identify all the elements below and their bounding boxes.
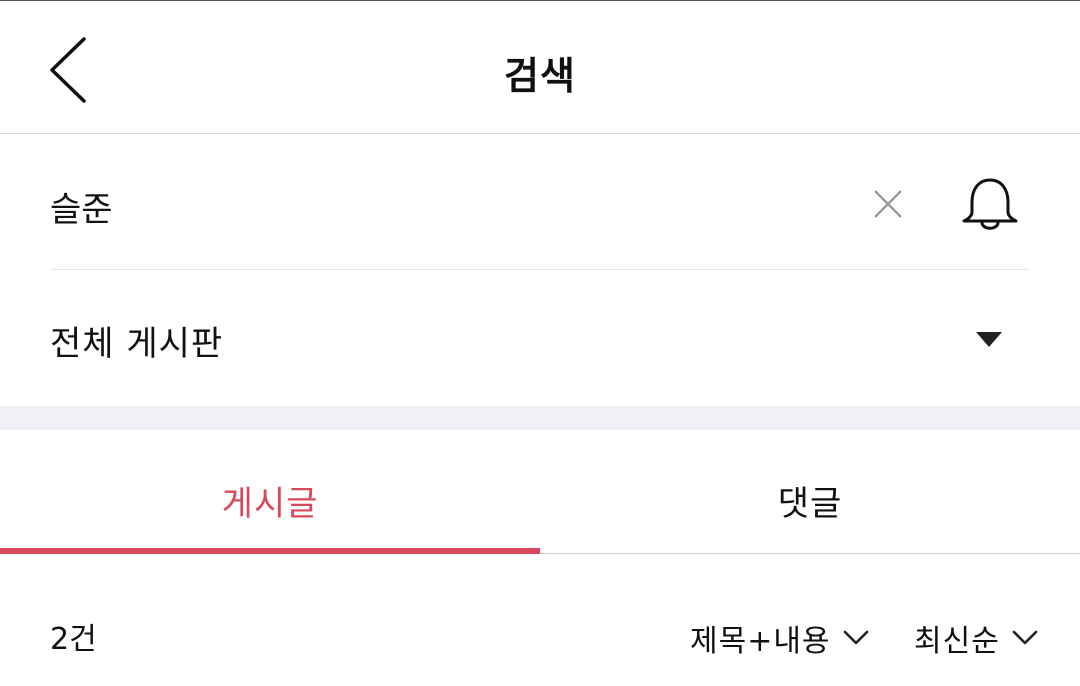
tab-posts[interactable]: 게시글 <box>0 430 540 553</box>
tab-comments-label: 댓글 <box>777 484 843 524</box>
result-count: 2건 <box>50 622 97 657</box>
header: 검색 <box>0 0 1080 134</box>
section-divider <box>0 406 1080 430</box>
tab-comments[interactable]: 댓글 <box>540 430 1080 553</box>
tab-posts-label: 게시글 <box>221 484 319 524</box>
search-input[interactable] <box>50 182 830 230</box>
caret-down-icon <box>976 332 1002 347</box>
sort-order-dropdown[interactable]: 최신순 <box>914 618 1038 659</box>
keyword-alert-button[interactable] <box>958 174 1022 238</box>
search-scope-dropdown[interactable]: 제목+내용 <box>690 618 869 659</box>
board-filter-dropdown[interactable]: 전체 게시판 <box>50 272 1030 406</box>
clear-search-button[interactable] <box>870 186 906 222</box>
result-tabs: 게시글 댓글 <box>0 430 1080 554</box>
close-icon <box>874 190 902 218</box>
search-bar <box>50 136 1030 270</box>
chevron-down-icon <box>1012 630 1038 645</box>
board-filter-label: 전체 게시판 <box>50 324 224 364</box>
search-scope-label: 제목+내용 <box>690 624 831 659</box>
bell-icon <box>962 178 1018 230</box>
sort-order-label: 최신순 <box>914 624 1000 659</box>
result-toolbar: 2건 제목+내용 최신순 <box>0 554 1080 686</box>
chevron-down-icon <box>843 630 868 645</box>
page-title: 검색 <box>504 54 576 98</box>
search-screen: 검색 전체 게시판 게시글 댓글 <box>0 0 1080 686</box>
